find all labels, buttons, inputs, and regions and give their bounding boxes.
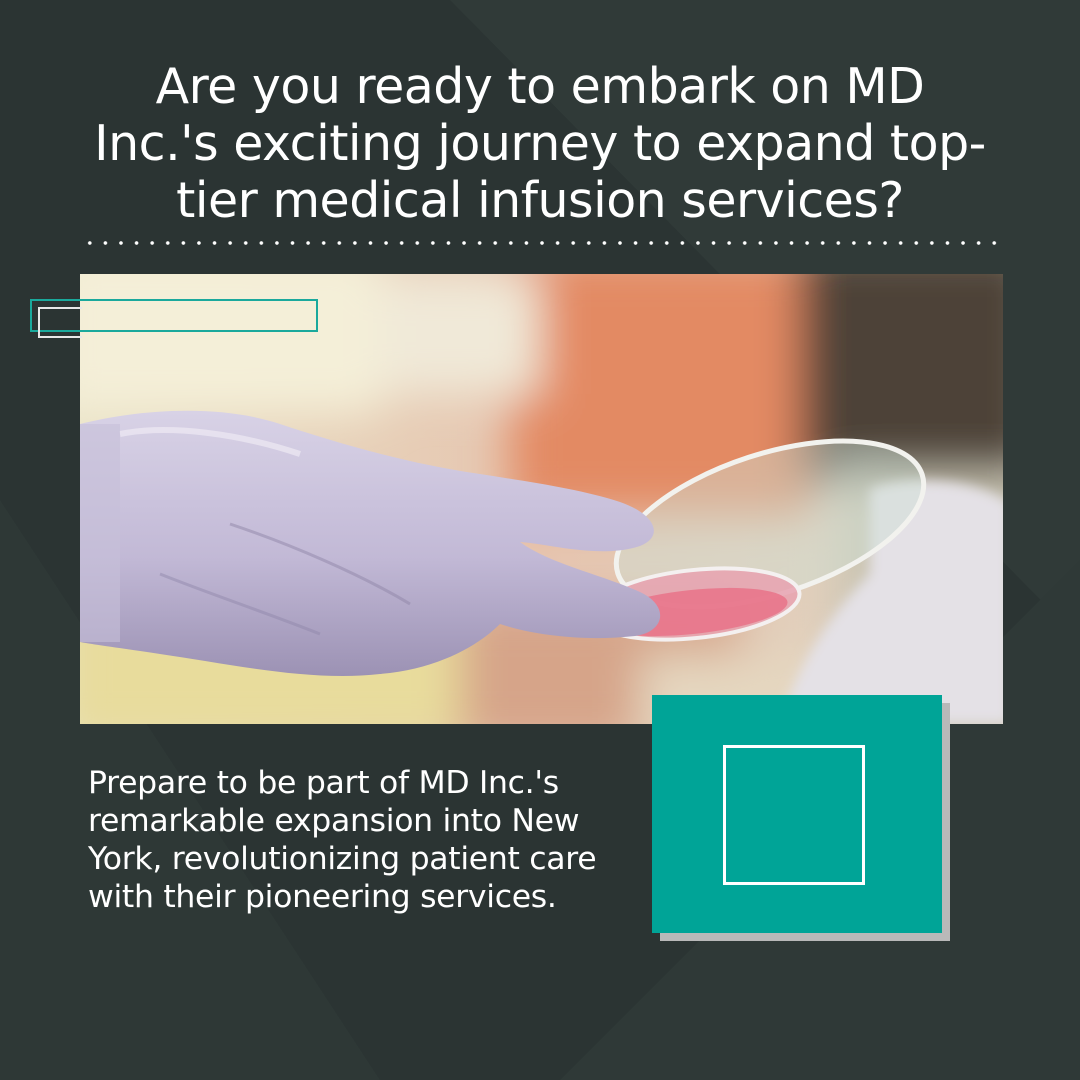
white-outline-accent: [38, 307, 82, 338]
petri-dish-photo-illustration: [80, 274, 1003, 724]
headline: Are you ready to embark on MD Inc.'s exc…: [94, 58, 986, 229]
lab-photo: [80, 274, 1003, 724]
dotted-divider: [82, 241, 1004, 245]
body-text: Prepare to be part of MD Inc.'s remarkab…: [88, 765, 597, 915]
social-post-canvas: Are you ready to embark on MD Inc.'s exc…: [0, 0, 1080, 1080]
white-square-outline: [723, 745, 865, 885]
